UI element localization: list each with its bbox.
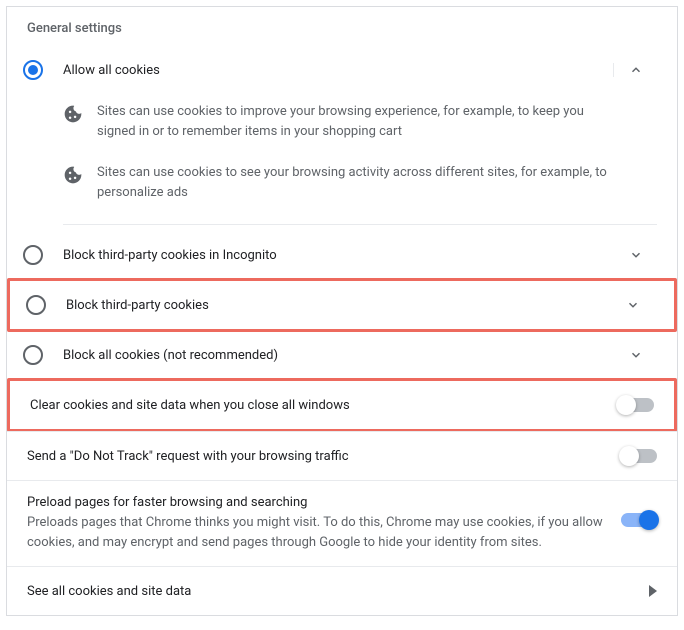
detail-text: Sites can use cookies to see your browsi…	[97, 163, 657, 202]
radio-icon	[23, 245, 43, 265]
highlight-block-third-party: Block third-party cookies	[7, 278, 677, 332]
toggle-knob	[619, 446, 639, 466]
collapse-button[interactable]	[613, 63, 657, 77]
detail-text: Sites can use cookies to improve your br…	[97, 102, 657, 141]
cookie-icon	[63, 165, 83, 185]
chevron-down-icon	[629, 248, 643, 262]
detail-item: Sites can use cookies to improve your br…	[63, 94, 657, 155]
toggle-do-not-track[interactable]	[621, 449, 657, 463]
option-allow-all-cookies[interactable]: Allow all cookies	[7, 46, 677, 94]
toggle-preload-row: Preload pages for faster browsing and se…	[7, 481, 677, 566]
option-label: Block third-party cookies	[66, 298, 610, 313]
toggle-knob	[616, 395, 636, 415]
allow-all-details: Sites can use cookies to improve your br…	[7, 94, 677, 224]
preload-text-block: Preload pages for faster browsing and se…	[27, 495, 609, 552]
highlight-clear-on-close: Clear cookies and site data when you clo…	[7, 378, 677, 432]
option-label: Block all cookies (not recommended)	[63, 348, 613, 363]
radio-icon	[23, 345, 43, 365]
link-see-all-cookies[interactable]: See all cookies and site data	[7, 567, 677, 615]
section-title: General settings	[7, 7, 677, 46]
general-settings-panel: General settings Allow all cookies Sites…	[6, 6, 678, 616]
chevron-up-icon	[629, 63, 643, 77]
chevron-down-icon	[626, 298, 640, 312]
toggle-clear-on-close[interactable]	[618, 398, 654, 412]
toggle-label: Clear cookies and site data when you clo…	[30, 398, 606, 413]
expand-button[interactable]	[613, 248, 657, 262]
toggle-description: Preloads pages that Chrome thinks you mi…	[27, 513, 609, 552]
toggle-label: Preload pages for faster browsing and se…	[27, 495, 609, 510]
detail-item: Sites can use cookies to see your browsi…	[63, 155, 657, 216]
option-block-third-party[interactable]: Block third-party cookies	[10, 281, 674, 329]
toggle-do-not-track-row: Send a "Do Not Track" request with your …	[7, 432, 677, 480]
radio-icon	[23, 60, 43, 80]
toggle-knob	[639, 510, 659, 530]
chevron-down-icon	[629, 348, 643, 362]
option-block-all-cookies[interactable]: Block all cookies (not recommended)	[7, 331, 677, 379]
toggle-preload[interactable]	[621, 513, 657, 527]
option-label: Allow all cookies	[63, 63, 613, 78]
caret-right-icon	[649, 585, 657, 597]
link-label: See all cookies and site data	[27, 584, 649, 599]
toggle-clear-on-close-row: Clear cookies and site data when you clo…	[10, 381, 674, 429]
expand-button[interactable]	[610, 298, 654, 312]
option-label: Block third-party cookies in Incognito	[63, 248, 613, 263]
divider	[63, 224, 657, 225]
radio-icon	[26, 295, 46, 315]
option-block-third-party-incognito[interactable]: Block third-party cookies in Incognito	[7, 231, 677, 279]
toggle-label: Send a "Do Not Track" request with your …	[27, 449, 609, 464]
cookie-icon	[63, 104, 83, 124]
expand-button[interactable]	[613, 348, 657, 362]
